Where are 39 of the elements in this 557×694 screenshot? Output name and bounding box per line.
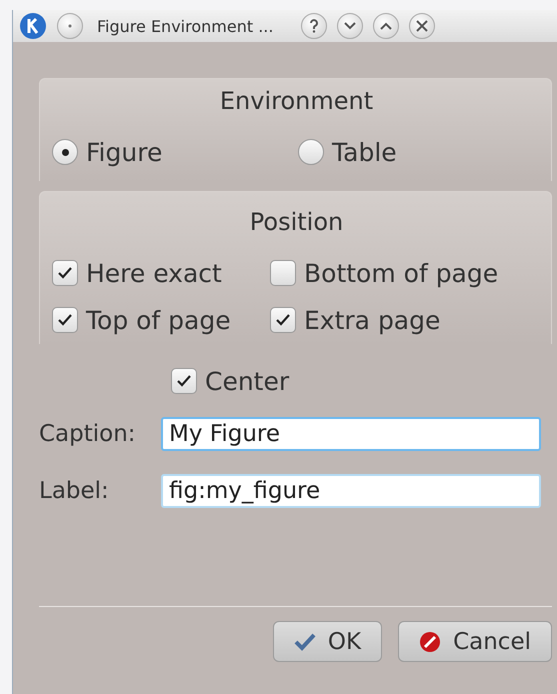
check-icon xyxy=(57,313,73,327)
checkbox[interactable] xyxy=(52,307,78,333)
checkbox-label: Extra page xyxy=(304,306,440,334)
text-field[interactable]: fig:my_figure xyxy=(161,474,541,508)
close-button[interactable] xyxy=(409,13,436,39)
group-title: Position xyxy=(250,207,344,238)
checkbox[interactable] xyxy=(270,260,296,286)
check-icon xyxy=(294,632,316,650)
ok-button[interactable]: OK xyxy=(272,621,382,662)
cancel-button[interactable]: Cancel xyxy=(398,621,552,662)
check-icon xyxy=(275,313,291,327)
chevron-up-icon xyxy=(380,22,392,30)
text-field[interactable]: My Figure xyxy=(161,417,541,451)
checkbox-label: Here exact xyxy=(86,258,222,288)
close-icon xyxy=(416,20,428,32)
group-title: Environment xyxy=(220,86,374,117)
checkbox-label: Center xyxy=(205,366,290,396)
cancel-icon xyxy=(419,630,442,652)
checkbox-label: Top of page xyxy=(86,306,231,334)
checkbox[interactable] xyxy=(52,260,78,286)
radio-label: Table xyxy=(332,138,397,166)
radio-button[interactable] xyxy=(298,139,324,165)
window-title: Figure Environment ... xyxy=(97,16,274,36)
help-button[interactable] xyxy=(301,13,328,39)
radio-label: Figure xyxy=(86,138,162,166)
app-logo-icon xyxy=(19,12,47,40)
minimize-button[interactable] xyxy=(337,13,364,39)
field-label: Caption: xyxy=(39,421,137,447)
check-icon xyxy=(176,374,192,388)
chevron-down-icon xyxy=(344,22,356,30)
help-icon xyxy=(308,19,320,33)
radio-button[interactable] xyxy=(52,139,78,165)
checkbox-label: Bottom of page xyxy=(304,258,498,288)
dot-icon xyxy=(68,24,72,28)
check-icon xyxy=(57,266,73,280)
checkbox[interactable] xyxy=(270,307,296,333)
field-label: Label: xyxy=(39,478,110,504)
checkbox[interactable] xyxy=(171,368,197,394)
maximize-button[interactable] xyxy=(373,13,400,39)
